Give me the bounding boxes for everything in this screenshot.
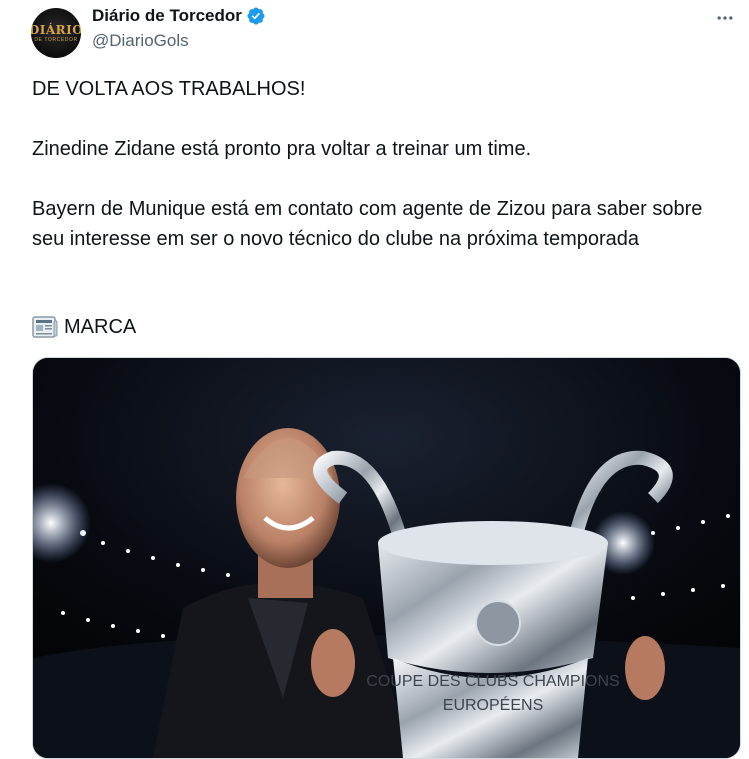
author-row: Diário de Torcedor bbox=[92, 6, 266, 26]
tweet-source: MARCA bbox=[32, 312, 136, 342]
avatar-logo-subtext: DE TORCEDOR bbox=[34, 36, 78, 43]
tweet-photo[interactable]: COUPE DES CLUBS CHAMPIONS EUROPÉENS bbox=[32, 357, 741, 759]
newspaper-icon bbox=[32, 315, 58, 339]
more-options-icon[interactable] bbox=[713, 6, 737, 30]
trophy-inscription-1: COUPE DES CLUBS CHAMPIONS bbox=[366, 673, 619, 690]
display-name[interactable]: Diário de Torcedor bbox=[92, 6, 242, 26]
verified-badge-icon bbox=[246, 6, 266, 26]
photo-zidane-trophy: COUPE DES CLUBS CHAMPIONS EUROPÉENS bbox=[33, 358, 740, 758]
avatar[interactable]: DIÁRIO DE TORCEDOR bbox=[31, 8, 81, 58]
tweet-paragraph-zidane: Zinedine Zidane está pronto pra voltar a… bbox=[32, 138, 532, 160]
source-label: MARCA bbox=[64, 316, 137, 338]
trophy-inscription-2: EUROPÉENS bbox=[443, 695, 543, 714]
account-handle[interactable]: @DiarioGols bbox=[92, 31, 189, 51]
tweet-paragraph-bayern: Bayern de Munique está em contato com ag… bbox=[32, 198, 703, 250]
avatar-logo-text: DIÁRIO bbox=[31, 22, 81, 37]
tweet-headline: DE VOLTA AOS TRABALHOS! bbox=[32, 78, 306, 100]
